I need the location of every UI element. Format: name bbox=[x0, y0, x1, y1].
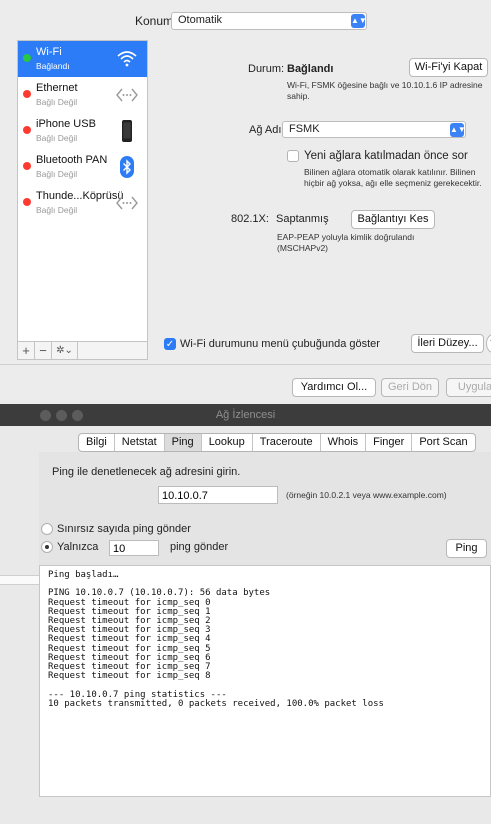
status-dot bbox=[23, 54, 31, 62]
advanced-button[interactable]: İleri Düzey... bbox=[411, 334, 484, 353]
network-name-label: Ağ Adı: bbox=[249, 124, 285, 136]
send-suffix-label: ping gönder bbox=[170, 541, 229, 553]
thunderbolt-bridge-icon bbox=[116, 196, 138, 210]
output-line: Ping başladı… bbox=[48, 570, 119, 580]
output-line: Request timeout for icmp_seq 8 bbox=[48, 671, 211, 682]
service-item[interactable]: iPhone USB Bağlı Değil bbox=[18, 113, 147, 149]
wifi-icon bbox=[117, 51, 137, 67]
network-name-select[interactable]: FSMK ▲▼ bbox=[282, 121, 466, 138]
status-dot bbox=[23, 90, 31, 98]
service-name: Bluetooth PAN bbox=[36, 154, 108, 166]
assist-me-button[interactable]: Yardımcı Ol... bbox=[292, 378, 376, 397]
disconnect-button[interactable]: Bağlantıyı Kes bbox=[351, 210, 435, 229]
status-value: Bağlandı bbox=[287, 63, 334, 75]
service-item[interactable]: Wi-Fi Bağlandı bbox=[18, 41, 147, 77]
help-button[interactable]: ? bbox=[486, 334, 491, 353]
divider bbox=[0, 364, 491, 365]
ping-output: Ping başladı… PING 10.10.0.7 (10.10.0.7)… bbox=[39, 565, 491, 797]
service-status: Bağlı Değil bbox=[36, 133, 78, 143]
select-arrows-icon: ▲▼ bbox=[450, 123, 466, 137]
dot1x-value: Saptanmış bbox=[276, 213, 329, 225]
status-description: Wi-Fi, FSMK öğesine bağlı ve 10.10.1.6 I… bbox=[287, 80, 483, 101]
service-status: Bağlandı bbox=[36, 61, 70, 71]
tab-netstat[interactable]: Netstat bbox=[115, 434, 165, 451]
only-label: Yalnızca bbox=[57, 541, 99, 553]
tab-lookup[interactable]: Lookup bbox=[202, 434, 253, 451]
tab-finger[interactable]: Finger bbox=[366, 434, 413, 451]
select-arrows-icon: ▲▼ bbox=[351, 14, 367, 28]
status-label: Durum: bbox=[248, 63, 285, 75]
dot1x-label: 802.1X: bbox=[231, 213, 269, 225]
tab-ping[interactable]: Ping bbox=[164, 434, 202, 451]
tab-whois[interactable]: Whois bbox=[321, 434, 367, 451]
ping-button[interactable]: Ping bbox=[446, 539, 487, 558]
output-line: 10 packets transmitted, 0 packets receiv… bbox=[48, 698, 384, 709]
network-preferences-pane: Konum: Otomatik ▲▼ Wi-Fi Bağlandı Ethern… bbox=[0, 0, 491, 404]
ethernet-icon bbox=[116, 88, 138, 102]
service-item[interactable]: Bluetooth PAN Bağlı Değil bbox=[18, 149, 147, 185]
status-dot bbox=[23, 162, 31, 170]
background-window-strip bbox=[0, 575, 39, 585]
network-utility-window: Ağ İzlencesi Bilgi Netstat Ping Lookup T… bbox=[0, 404, 491, 824]
iphone-icon bbox=[122, 120, 132, 142]
show-menu-checkbox[interactable]: ✓ bbox=[164, 338, 176, 350]
dot1x-description: EAP-PEAP yoluyla kimlik doğrulandı (MSCH… bbox=[277, 232, 415, 253]
turn-off-wifi-button[interactable]: Wi-Fi'yi Kapat bbox=[409, 58, 488, 77]
only-radio[interactable] bbox=[41, 541, 53, 553]
ask-join-label: Yeni ağlara katılmadan önce sor bbox=[304, 150, 468, 162]
tab-info[interactable]: Bilgi bbox=[79, 434, 115, 451]
tab-traceroute[interactable]: Traceroute bbox=[253, 434, 321, 451]
gear-menu-button[interactable]: ✲⌄ bbox=[52, 342, 78, 359]
service-name: iPhone USB bbox=[36, 118, 96, 130]
remove-service-button[interactable]: − bbox=[35, 342, 52, 359]
address-example: (örneğin 10.0.2.1 veya www.example.com) bbox=[286, 490, 447, 500]
bluetooth-icon bbox=[120, 156, 134, 178]
status-dot bbox=[23, 198, 31, 206]
service-name: Ethernet bbox=[36, 82, 78, 94]
service-name: Thunde...Köprüsü bbox=[36, 190, 124, 202]
tool-tabs: Bilgi Netstat Ping Lookup Traceroute Who… bbox=[78, 433, 476, 452]
window-title: Ağ İzlencesi bbox=[215, 409, 276, 421]
revert-button[interactable]: Geri Dön bbox=[381, 378, 439, 397]
title-bar: Ağ İzlencesi bbox=[0, 404, 491, 426]
status-dot bbox=[23, 126, 31, 134]
ping-count-input[interactable] bbox=[109, 540, 159, 556]
ask-join-checkbox[interactable] bbox=[287, 150, 299, 162]
network-name-value: FSMK bbox=[289, 123, 320, 135]
service-item[interactable]: Ethernet Bağlı Değil bbox=[18, 77, 147, 113]
service-status: Bağlı Değil bbox=[36, 97, 78, 107]
tab-port-scan[interactable]: Port Scan bbox=[412, 434, 474, 451]
show-menu-label: Wi-Fi durumunu menü çubuğunda göster bbox=[180, 338, 380, 350]
service-list-toolbar: + − ✲⌄ bbox=[17, 342, 148, 360]
apply-button[interactable]: Uygula bbox=[446, 378, 491, 397]
service-status: Bağlı Değil bbox=[36, 205, 78, 215]
unlimited-label: Sınırsız sayıda ping gönder bbox=[57, 523, 191, 535]
service-item[interactable]: Thunde...Köprüsü Bağlı Değil bbox=[18, 185, 147, 221]
service-list: Wi-Fi Bağlandı Ethernet Bağlı Değil iPho… bbox=[17, 40, 148, 342]
location-select[interactable]: Otomatik ▲▼ bbox=[171, 12, 367, 30]
location-value: Otomatik bbox=[178, 14, 223, 26]
address-input[interactable] bbox=[158, 486, 278, 504]
service-status: Bağlı Değil bbox=[36, 169, 78, 179]
ask-join-description: Bilinen ağlara otomatik olarak katılınır… bbox=[304, 167, 482, 188]
unlimited-radio[interactable] bbox=[41, 523, 53, 535]
service-name: Wi-Fi bbox=[36, 46, 62, 58]
ping-prompt: Ping ile denetlenecek ağ adresini girin. bbox=[52, 466, 241, 478]
add-service-button[interactable]: + bbox=[18, 342, 35, 359]
